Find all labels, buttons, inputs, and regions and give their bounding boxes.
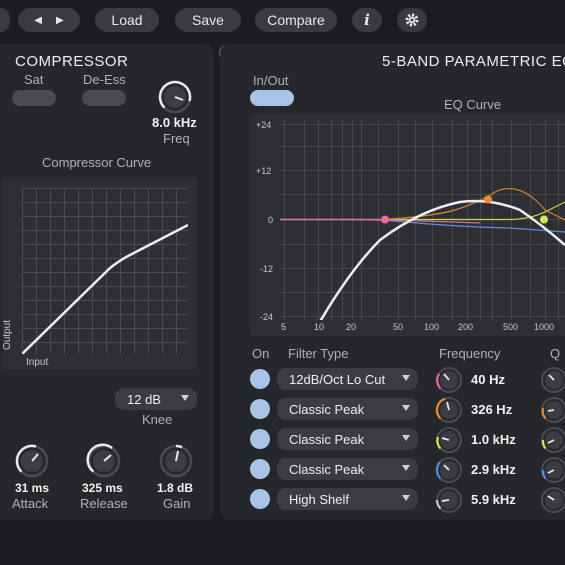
attack-label: Attack	[12, 496, 49, 511]
band1-type-dropdown[interactable]: 12dB/Oct Lo Cut	[277, 368, 418, 390]
band3-on-toggle[interactable]	[250, 429, 270, 449]
chevron-down-icon	[402, 375, 410, 381]
chevron-down-icon	[402, 495, 410, 501]
band3-q-knob[interactable]	[540, 426, 565, 454]
freq-label: Freq	[163, 131, 190, 146]
inout-label: In/Out	[253, 73, 289, 88]
load-button[interactable]: Load	[95, 8, 159, 32]
band1-q-knob[interactable]	[540, 366, 565, 394]
db-tick: -24	[260, 312, 274, 322]
freq-tick: 20	[346, 322, 357, 332]
attack-knob[interactable]	[14, 443, 50, 479]
deess-label: De-Ess	[83, 72, 126, 87]
band5-type: High Shelf	[289, 491, 349, 507]
eq-curve-title: EQ Curve	[444, 97, 502, 112]
input-axis-label: Input	[26, 357, 49, 368]
band2-q-knob[interactable]	[540, 396, 565, 424]
eq-total-curve	[319, 199, 565, 320]
band5-type-dropdown[interactable]: High Shelf	[277, 488, 418, 510]
band1-on-toggle[interactable]	[250, 369, 270, 389]
freq-knob[interactable]	[158, 80, 192, 114]
freq-tick: 500	[503, 322, 519, 332]
band4-type-dropdown[interactable]: Classic Peak	[277, 458, 418, 480]
band4-type: Classic Peak	[289, 461, 365, 477]
band1-node[interactable]	[381, 215, 389, 224]
gain-knob[interactable]	[158, 443, 194, 479]
release-value: 325 ms	[82, 481, 123, 495]
freq-tick: 5	[281, 322, 287, 332]
band5-freq-knob[interactable]	[435, 486, 463, 514]
compare-button[interactable]: Compare	[255, 8, 337, 32]
band5-freq-value: 5.9 kHz	[471, 492, 516, 507]
band2-on-toggle[interactable]	[250, 399, 270, 419]
knee-label: Knee	[142, 412, 173, 427]
gain-label: Gain	[163, 496, 191, 511]
band3-node[interactable]	[540, 215, 548, 224]
band5-on-toggle[interactable]	[250, 489, 270, 509]
band4-freq-knob[interactable]	[435, 456, 463, 484]
knee-dropdown[interactable]: 12 dB	[115, 388, 197, 410]
band4-freq-value: 2.9 kHz	[471, 462, 516, 477]
next-icon[interactable]: ▶	[56, 15, 64, 26]
compressor-curve-graph	[22, 188, 188, 354]
band1-freq-value: 40 Hz	[471, 372, 505, 387]
eq-curve-graph	[280, 120, 565, 320]
save-button[interactable]: Save	[175, 8, 241, 32]
col-q: Q	[550, 346, 561, 361]
chevron-down-icon	[402, 465, 410, 471]
prev-icon[interactable]: ◀	[34, 15, 42, 26]
freq-tick: 1000	[534, 322, 555, 332]
sat-label: Sat	[24, 72, 44, 87]
band2-type: Classic Peak	[289, 401, 365, 417]
col-on: On	[252, 346, 270, 361]
freq-tick: 200	[458, 322, 474, 332]
db-tick: +24	[256, 120, 272, 130]
eq-title: 5-BAND PARAMETRIC EQ	[382, 53, 565, 70]
deess-toggle[interactable]	[82, 90, 126, 106]
band3-freq-value: 1.0 kHz	[471, 432, 516, 447]
band1-freq-knob[interactable]	[435, 366, 463, 394]
band3-freq-knob[interactable]	[435, 426, 463, 454]
band3-type: Classic Peak	[289, 431, 365, 447]
release-knob[interactable]	[86, 443, 122, 479]
chevron-down-icon	[402, 435, 410, 441]
release-label: Release	[80, 496, 128, 511]
preset-nav: ◀ ▶	[18, 8, 80, 32]
knee-value: 12 dB	[127, 391, 161, 407]
freq-value: 8.0 kHz	[152, 115, 197, 130]
info-button[interactable]: i	[352, 8, 382, 32]
compressor-curve-title: Compressor Curve	[42, 155, 152, 170]
inout-toggle[interactable]	[250, 90, 294, 106]
band4-q-knob[interactable]	[540, 456, 565, 484]
band2-type-dropdown[interactable]: Classic Peak	[277, 398, 418, 420]
db-tick: -12	[260, 264, 274, 274]
gain-value: 1.8 dB	[157, 481, 194, 495]
band5-q-knob[interactable]	[540, 486, 565, 514]
freq-tick: 10	[314, 322, 325, 332]
band2-freq-value: 326 Hz	[471, 402, 513, 417]
col-frequency: Frequency	[439, 346, 501, 361]
compressor-title: COMPRESSOR	[15, 53, 129, 70]
output-axis-label: Output	[2, 319, 13, 350]
band2-freq-knob[interactable]	[435, 396, 463, 424]
db-tick: 0	[268, 215, 274, 225]
band3-type-dropdown[interactable]: Classic Peak	[277, 428, 418, 450]
band1-type: 12dB/Oct Lo Cut	[289, 371, 386, 387]
attack-value: 31 ms	[15, 481, 50, 495]
band4-on-toggle[interactable]	[250, 459, 270, 479]
freq-tick: 50	[393, 322, 404, 332]
band2-node[interactable]	[484, 195, 492, 204]
chevron-down-icon	[402, 405, 410, 411]
chevron-down-icon	[181, 395, 189, 401]
col-filter-type: Filter Type	[288, 346, 349, 361]
sat-toggle[interactable]	[12, 90, 56, 106]
freq-tick: 100	[424, 322, 440, 332]
db-tick: +12	[256, 166, 272, 176]
gear-icon	[405, 13, 419, 27]
settings-button[interactable]	[397, 8, 427, 32]
